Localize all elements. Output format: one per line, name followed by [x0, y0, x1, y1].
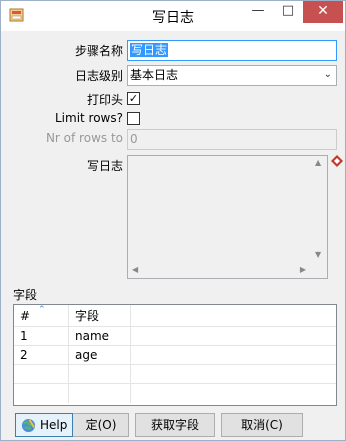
step-name-value: 写日志: [130, 43, 169, 57]
table-row-empty[interactable]: [14, 384, 336, 403]
log-level-value: 基本日志: [130, 68, 179, 82]
row-number: 2: [14, 346, 69, 365]
field-name-cell[interactable]: name: [69, 327, 131, 346]
table-row[interactable]: 2 age: [14, 346, 336, 365]
help-globe-icon: [21, 418, 36, 433]
close-icon[interactable]: ✕: [303, 1, 343, 23]
vertical-scrollbar[interactable]: ▲ ▼: [310, 156, 327, 261]
table-row-empty[interactable]: [14, 365, 336, 384]
sort-ascending-icon: ⌃: [38, 305, 46, 315]
print-header-checkbox[interactable]: ✓: [127, 92, 140, 105]
help-button[interactable]: Help: [15, 413, 73, 437]
get-fields-button[interactable]: 获取字段: [135, 413, 215, 437]
table-row[interactable]: 1 name: [14, 327, 336, 346]
scroll-up-icon[interactable]: ▲: [315, 158, 321, 167]
nr-rows-label: Nr of rows to: [45, 131, 123, 145]
log-level-label: 日志级别: [74, 69, 123, 83]
column-header-number[interactable]: # ⌃: [14, 305, 69, 327]
log-level-select[interactable]: 基本日志 ⌄: [127, 65, 337, 86]
step-name-input[interactable]: 写日志: [127, 40, 337, 61]
column-header-filler: [131, 305, 336, 327]
scroll-right-icon[interactable]: ▶: [300, 265, 306, 274]
title-bar[interactable]: 写日志 — □ ✕: [1, 1, 345, 31]
scroll-corner: [310, 261, 327, 278]
horizontal-scrollbar[interactable]: ◀ ▶: [128, 261, 327, 278]
scroll-down-icon[interactable]: ▼: [315, 250, 321, 259]
print-header-label: 打印头: [86, 93, 123, 107]
field-name-cell[interactable]: age: [69, 346, 131, 365]
column-header-field[interactable]: 字段: [69, 305, 131, 327]
nr-rows-input[interactable]: 0: [127, 129, 337, 150]
write-log-label: 写日志: [86, 159, 123, 173]
fields-table: # ⌃ 字段 1 name 2 age: [13, 304, 337, 406]
maximize-icon[interactable]: □: [273, 1, 303, 23]
limit-rows-checkbox[interactable]: [127, 112, 140, 125]
checkmark-icon: ✓: [128, 92, 139, 105]
scroll-left-icon[interactable]: ◀: [132, 265, 138, 274]
minimize-icon[interactable]: —: [243, 1, 273, 23]
chevron-down-icon[interactable]: ⌄: [324, 66, 332, 84]
limit-rows-label: Limit rows?: [54, 111, 123, 125]
step-name-label: 步骤名称: [74, 44, 123, 58]
variable-icon[interactable]: [331, 155, 343, 167]
cancel-button[interactable]: 取消(C): [221, 413, 303, 437]
dialog-window: 写日志 — □ ✕ 步骤名称 写日志 日志级别 基本日志 ⌄ 打印头 ✓ Lim…: [0, 0, 346, 441]
write-log-textarea[interactable]: ▲ ▼ ◀ ▶: [127, 155, 328, 279]
fields-section-label: 字段: [13, 288, 38, 302]
row-number: 1: [14, 327, 69, 346]
